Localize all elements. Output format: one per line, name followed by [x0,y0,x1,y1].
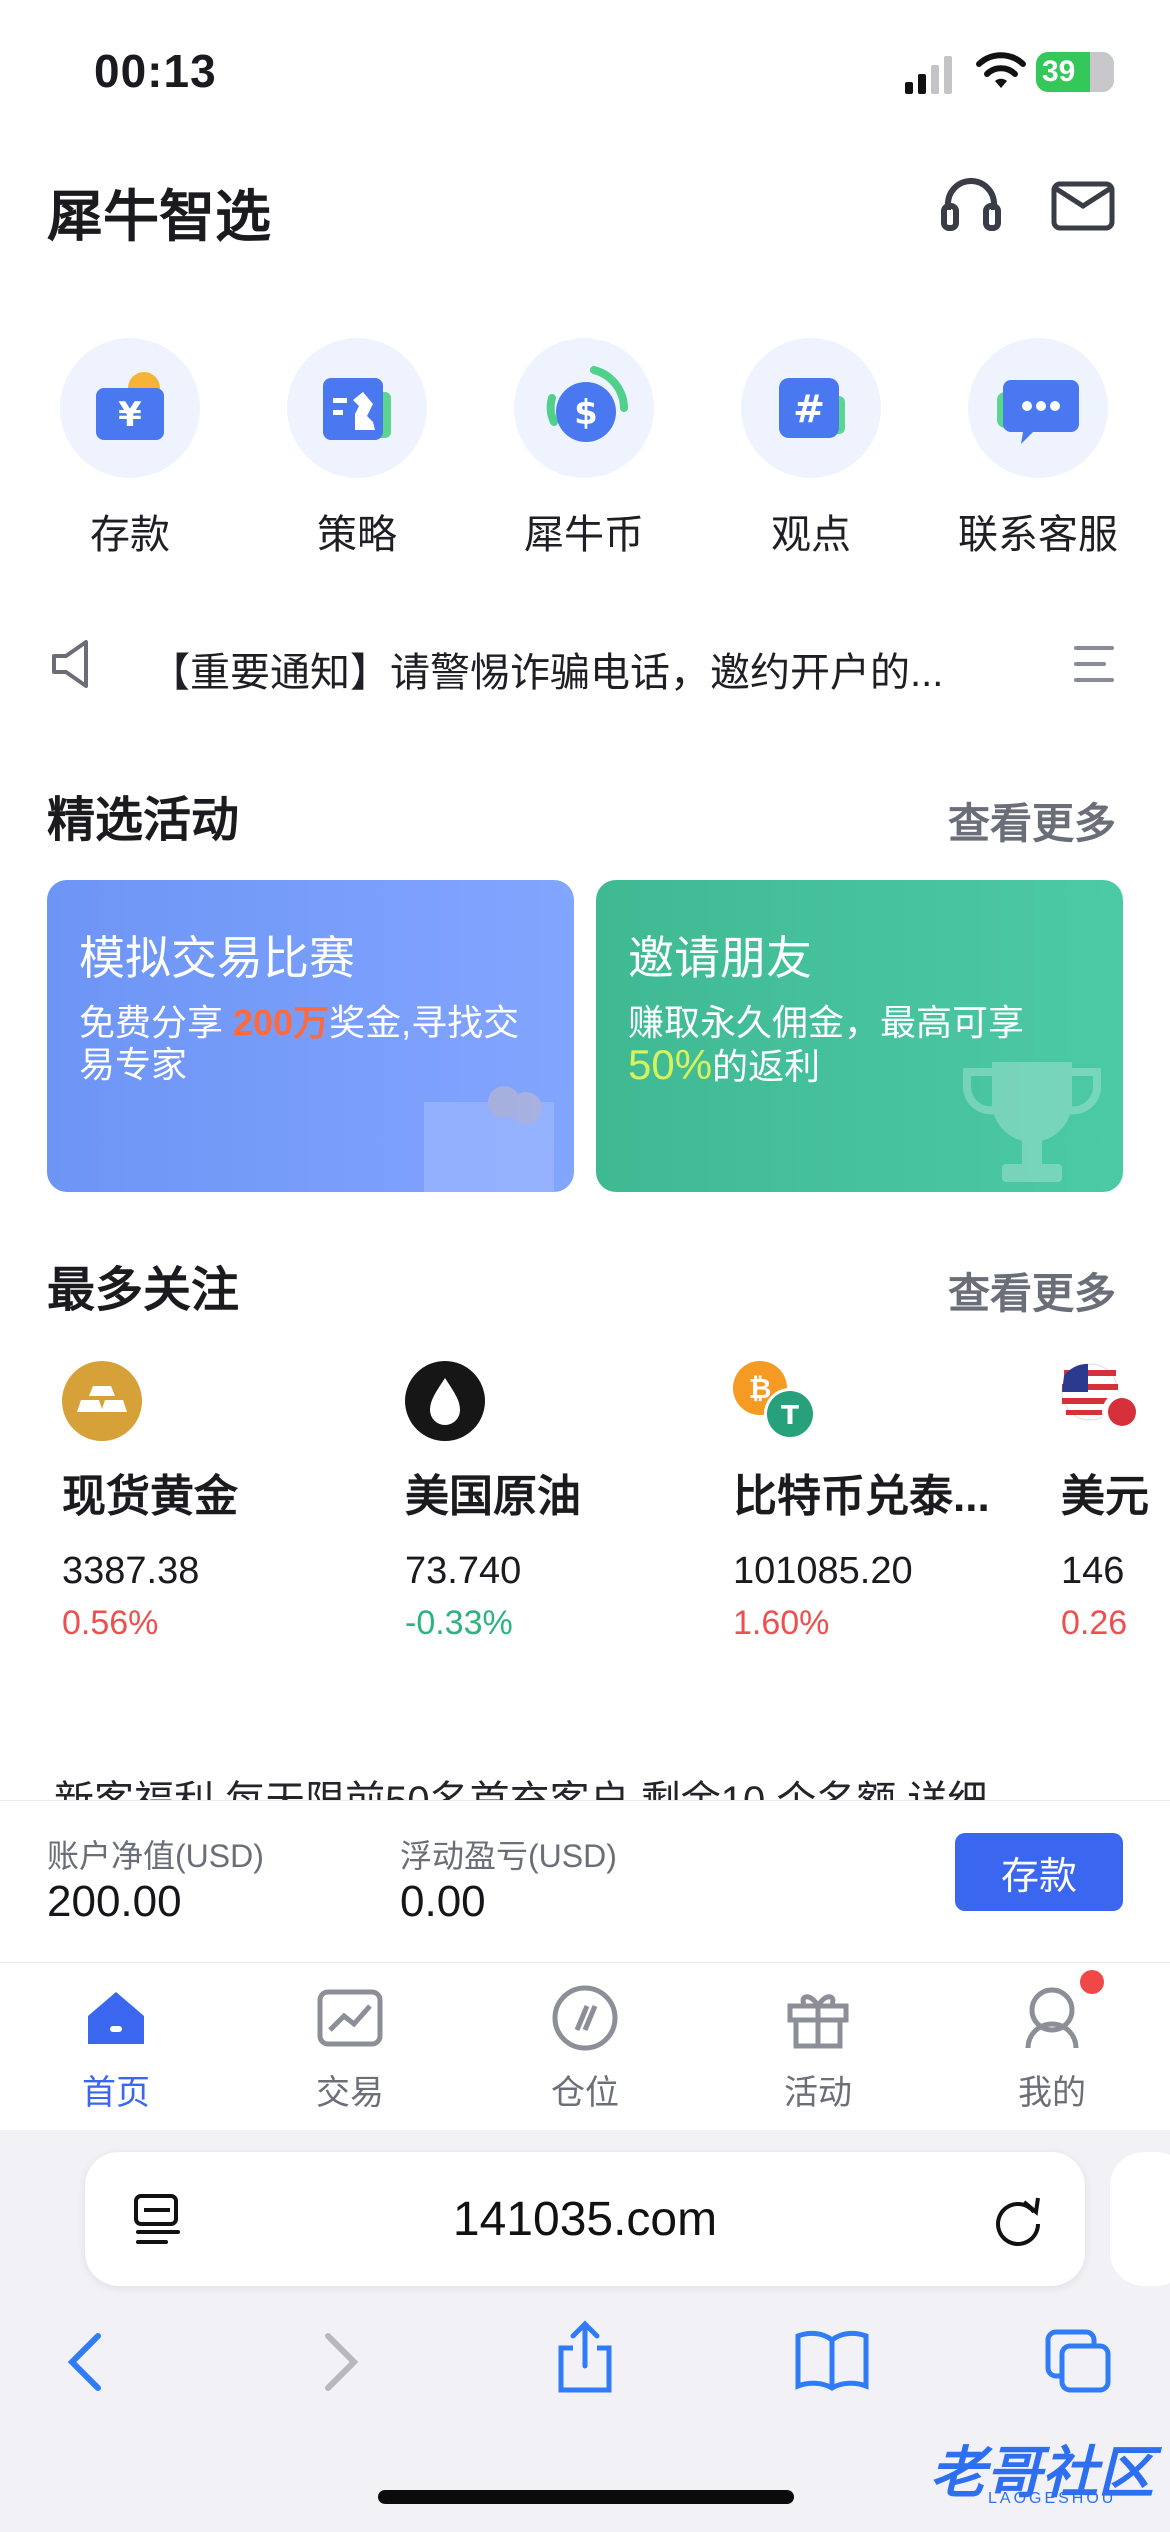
section-title-featured: 精选活动 [47,794,240,847]
promo-sub-pre: 免费分享 [79,1002,234,1043]
instrument-name: 现货黄金 [62,1472,238,1521]
tab-events[interactable]: 活动 [748,1982,888,2114]
tab-label: 交易 [316,2074,384,2112]
shortcut-label: 犀牛币 [524,513,644,557]
battery-level: 39 [1042,55,1076,88]
shortcut-label: 策略 [317,513,397,557]
headset-icon[interactable] [938,172,1004,238]
watchlist-more-link[interactable]: 查看更多 [948,1260,1116,1321]
url-text[interactable]: 141035.com [85,2192,1085,2247]
chat-bubble-icon [997,380,1079,444]
instrument-price: 146 [1061,1550,1125,1592]
tab-label: 首页 [82,2074,150,2112]
tab-profile[interactable]: 我的 [982,1970,1122,2114]
equity-value: 200.00 [47,1877,182,1926]
watch-item-usd[interactable]: 美元 146 0.26 [1046,1360,1170,1680]
deposit-button[interactable]: 存款 [955,1833,1123,1911]
btc-usdt-icon: ₿ T [733,1361,816,1440]
tab-label: 活动 [784,2074,852,2112]
tab-home[interactable]: 首页 [46,1982,186,2114]
status-time: 00:13 [94,45,217,97]
chart-trend-icon [317,1989,383,2047]
instrument-name: 美元 [1061,1472,1149,1521]
tab-label: 仓位 [551,2074,619,2112]
promo-sub-highlight: 50% [628,1041,713,1088]
promo-sub-highlight: 200万 [233,1002,330,1043]
notice-text[interactable]: 【重要通知】请警惕诈骗电话，邀约开户的... [150,640,1020,698]
forward-icon[interactable] [316,2330,364,2394]
promo-card-trading-contest[interactable]: 模拟交易比赛 免费分享 200万奖金,寻找交易专家 [47,880,574,1192]
tab-label: 我的 [1018,2074,1086,2112]
shortcut-label: 联系客服 [958,513,1118,557]
equity-label: 账户净值(USD) [47,1838,264,1874]
back-icon[interactable] [62,2330,110,2394]
promo-sub-post: 的返利 [712,1046,821,1087]
shortcut-coin[interactable]: $ 犀牛币 [484,338,684,557]
shortcut-support[interactable]: 联系客服 [938,338,1138,557]
share-icon[interactable] [553,2320,617,2396]
instrument-change: 0.26 [1061,1604,1128,1642]
home-icon [88,1992,144,2044]
reload-icon[interactable] [990,2192,1046,2248]
promo-title: 邀请朋友 [628,932,812,984]
svg-text:¥: ¥ [118,395,142,435]
instrument-change: -0.33% [405,1604,513,1642]
tab-positions[interactable]: 仓位 [515,1982,655,2114]
hashtag-icon: # [779,378,845,438]
svg-text:T: T [781,1401,799,1431]
gold-bars-icon [62,1361,142,1441]
promo-title: 模拟交易比赛 [79,932,355,984]
shortcut-viewpoint[interactable]: # 观点 [711,338,911,557]
mail-icon[interactable] [1050,172,1116,238]
shortcut-label: 观点 [771,513,851,557]
svg-text:#: # [793,387,825,431]
us-flag-icon [1061,1363,1140,1432]
shortcut-label: 存款 [90,513,170,557]
watermark-sub: LAOGESHOU [988,2490,1117,2507]
home-indicator[interactable] [378,2490,794,2504]
coin-icon: $ [546,366,628,442]
shortcut-deposit[interactable]: ¥ 存款 [30,338,230,557]
svg-text:₿: ₿ [749,1372,772,1405]
instrument-change: 1.60% [733,1604,830,1642]
instrument-name: 美国原油 [405,1472,581,1521]
wifi-icon [976,52,1026,88]
pnl-label: 浮动盈亏(USD) [400,1838,617,1874]
svg-text:$: $ [574,393,598,433]
deposit-wallet-icon: ¥ [96,372,164,440]
pnl-value: 0.00 [400,1877,486,1926]
megaphone-icon [52,640,88,688]
user-icon [1025,1987,1079,2049]
app-title: 犀牛智选 [47,185,271,248]
battery-indicator: 39 [1036,52,1114,92]
instrument-price: 101085.20 [733,1550,913,1592]
instrument-price: 3387.38 [62,1550,200,1592]
shortcut-strategy[interactable]: 策略 [257,338,457,557]
gift-icon [787,1994,849,2049]
instrument-price: 73.740 [405,1550,522,1592]
strategy-chess-icon [323,378,391,440]
bookmarks-icon[interactable] [794,2328,870,2392]
tabs-icon[interactable] [1044,2328,1114,2394]
cellular-signal-icon [905,56,952,94]
tab-trade[interactable]: 交易 [280,1982,420,2114]
promo-card-invite-friends[interactable]: 邀请朋友 赚取永久佣金，最高可享 50%的返利 [596,880,1123,1192]
positions-icon [552,1985,618,2051]
instrument-name: 比特币兑泰... [733,1472,990,1521]
trophy-icon [963,1062,1101,1182]
next-tab-preview[interactable] [1110,2152,1170,2286]
menu-list-icon[interactable] [1072,642,1116,686]
instrument-change: 0.56% [62,1604,159,1642]
featured-more-link[interactable]: 查看更多 [948,790,1116,851]
section-title-watchlist: 最多关注 [47,1264,240,1317]
promo-sub-pre: 赚取永久佣金，最高可享 [628,1002,1025,1043]
gift-box-icon [424,1086,554,1192]
oil-drop-icon [405,1361,485,1441]
notification-dot [1080,1970,1104,1994]
